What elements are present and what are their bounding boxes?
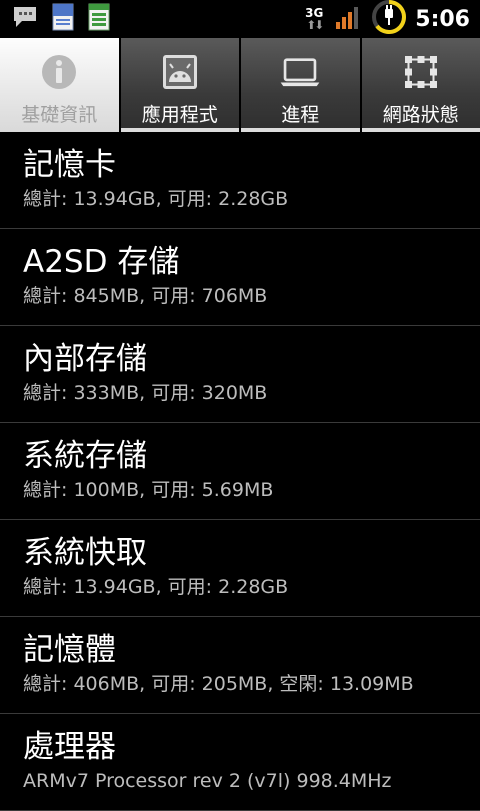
network-3g-icon: 3G ⬆⬇	[301, 7, 327, 31]
tab-applications[interactable]: 應用程式	[121, 38, 242, 132]
tab-bar: 基礎資訊 應用程式 進程	[0, 38, 480, 132]
item-detail: 總計: 100MB, 可用: 5.69MB	[23, 478, 480, 502]
item-title: A2SD 存儲	[23, 242, 480, 282]
android-app-icon	[158, 52, 202, 92]
item-detail: 總計: 13.94GB, 可用: 2.28GB	[23, 575, 480, 599]
battery-charging-icon	[371, 0, 407, 39]
tab-label: 基礎資訊	[21, 100, 97, 127]
item-detail: 總計: 406MB, 可用: 205MB, 空閑: 13.09MB	[23, 672, 480, 696]
clock: 5:06	[415, 7, 470, 32]
info-list: 記憶卡 總計: 13.94GB, 可用: 2.28GB A2SD 存儲 總計: …	[0, 132, 480, 811]
item-title: 處理器	[23, 727, 480, 767]
item-title: 系統存儲	[23, 436, 480, 476]
green-spreadsheet-icon	[88, 3, 110, 35]
list-item-system-storage[interactable]: 系統存儲 總計: 100MB, 可用: 5.69MB	[0, 423, 480, 520]
list-item-a2sd-storage[interactable]: A2SD 存儲 總計: 845MB, 可用: 706MB	[0, 229, 480, 326]
list-item-internal-storage[interactable]: 內部存儲 總計: 333MB, 可用: 320MB	[0, 326, 480, 423]
list-item-system-cache[interactable]: 系統快取 總計: 13.94GB, 可用: 2.28GB	[0, 520, 480, 617]
list-item-memory[interactable]: 記憶體 總計: 406MB, 可用: 205MB, 空閑: 13.09MB	[0, 617, 480, 714]
item-detail: 總計: 333MB, 可用: 320MB	[23, 381, 480, 405]
tab-basic-info[interactable]: 基礎資訊	[0, 38, 121, 132]
tab-label: 網路狀態	[383, 100, 459, 127]
chat-icon	[12, 5, 38, 33]
item-title: 系統快取	[23, 533, 480, 573]
status-bar: 3G ⬆⬇ 5:06	[0, 0, 480, 38]
list-item-sd-card[interactable]: 記憶卡 總計: 13.94GB, 可用: 2.28GB	[0, 132, 480, 229]
item-title: 記憶卡	[23, 145, 480, 185]
tab-label: 進程	[281, 100, 319, 127]
signal-strength-icon	[335, 4, 363, 34]
item-detail: 總計: 845MB, 可用: 706MB	[23, 284, 480, 308]
blue-document-icon	[52, 3, 74, 35]
laptop-icon	[278, 52, 322, 92]
item-title: 記憶體	[23, 630, 480, 670]
info-icon	[37, 52, 81, 92]
list-item-processor[interactable]: 處理器 ARMv7 Processor rev 2 (v7l) 998.4MHz	[0, 714, 480, 811]
network-grid-icon	[399, 52, 443, 92]
tab-processes[interactable]: 進程	[241, 38, 362, 132]
item-detail: ARMv7 Processor rev 2 (v7l) 998.4MHz	[23, 769, 480, 793]
item-title: 內部存儲	[23, 339, 480, 379]
tab-network-status[interactable]: 網路狀態	[362, 38, 480, 132]
item-detail: 總計: 13.94GB, 可用: 2.28GB	[23, 187, 480, 211]
tab-label: 應用程式	[142, 100, 218, 127]
